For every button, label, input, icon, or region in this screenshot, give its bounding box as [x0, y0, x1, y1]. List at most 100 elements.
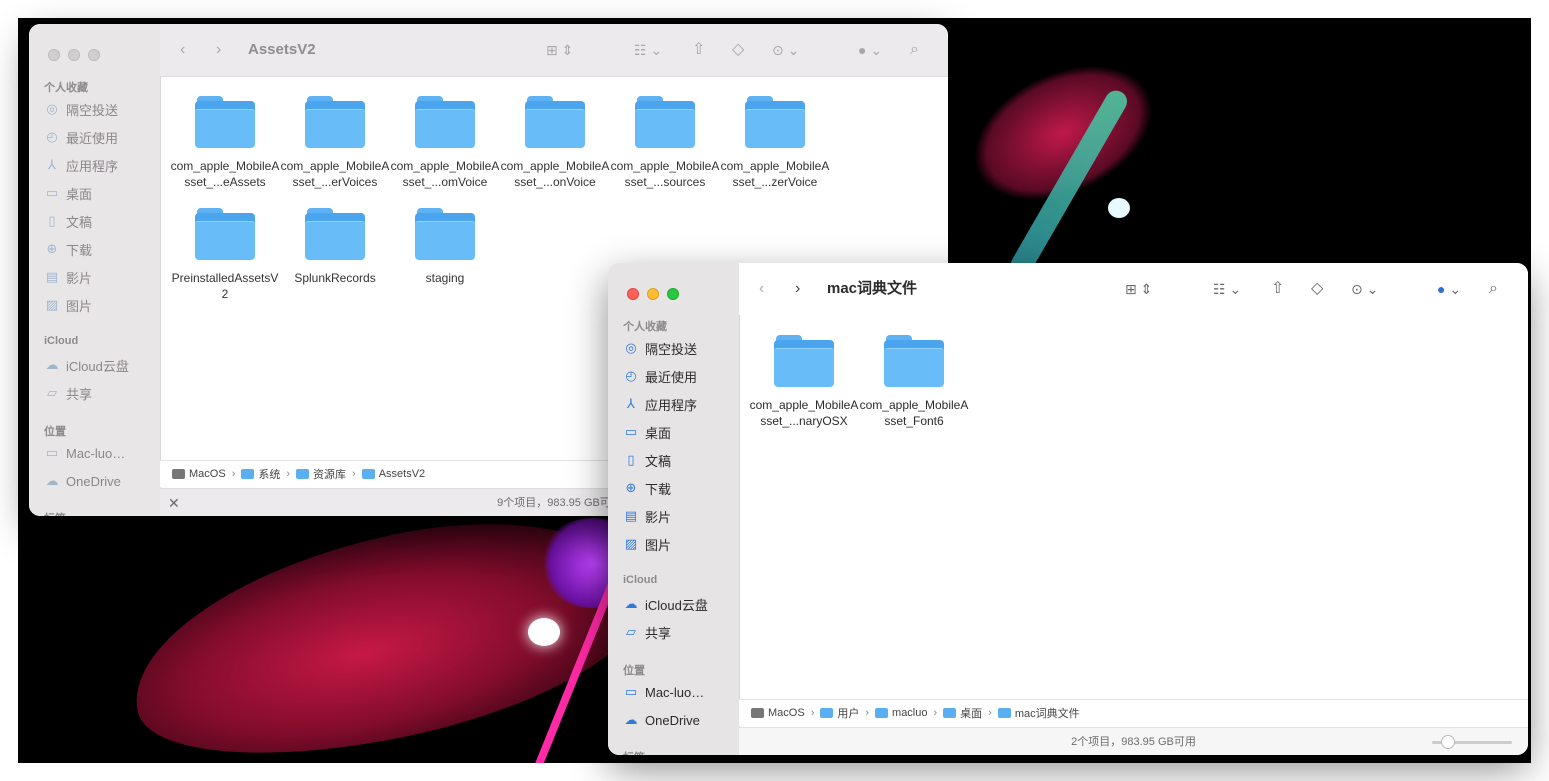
path-crumb[interactable]: 桌面	[943, 705, 982, 721]
slider-knob[interactable]	[1441, 735, 1455, 749]
share-icon[interactable]: ⇧	[1271, 277, 1284, 301]
sidebar-item-airdrop[interactable]: ◎ 隔空投送	[44, 99, 118, 119]
cloud-icon: ☁	[624, 596, 638, 611]
more-actions-icon[interactable]: ⊙ ⌄	[772, 38, 799, 62]
zoom-button[interactable]	[667, 288, 679, 300]
sidebar-section-favorites: 个人收藏	[44, 82, 88, 94]
folder-icon	[296, 469, 310, 479]
tag-icon[interactable]: ◇	[732, 38, 744, 62]
search-icon[interactable]: ⌕	[910, 38, 919, 62]
toolbar: ‹ › mac词典文件 ⊞ ⇕ ☷ ⌄ ⇧ ◇ ⊙ ⌄ ● ⌄ ⌕	[739, 263, 1528, 315]
folder-item[interactable]: staging	[390, 208, 500, 286]
sidebar-item-mac-disk[interactable]: ▭ Mac-luo…	[44, 443, 125, 463]
folder-item[interactable]: SplunkRecords	[280, 208, 390, 286]
sidebar-item-recents[interactable]: ◴ 最近使用	[623, 366, 697, 386]
view-grid-icon[interactable]: ⊞ ⇕	[1125, 277, 1152, 301]
forward-chevron-icon[interactable]: ›	[216, 38, 221, 62]
chevron-right-icon: ›	[865, 707, 870, 719]
tag-icon[interactable]: ◇	[1311, 277, 1323, 301]
sidebar-item-movies[interactable]: ▤ 影片	[623, 506, 671, 526]
sidebar-item-label: 隔空投送	[645, 341, 698, 357]
sidebar-item-icloud-drive[interactable]: ☁ iCloud云盘	[44, 355, 129, 375]
folder-item[interactable]: com_apple_MobileAsset_...sources	[610, 96, 720, 190]
sidebar-item-label: 文稿	[66, 214, 93, 230]
path-crumb[interactable]: AssetsV2	[361, 468, 425, 480]
disk-icon	[751, 708, 764, 718]
sidebar-item-airdrop[interactable]: ◎ 隔空投送	[623, 338, 697, 358]
sidebar-item-label: 影片	[645, 509, 672, 525]
sidebar-item-mac-disk[interactable]: ▭ Mac-luo…	[623, 682, 704, 702]
folder-item[interactable]: com_apple_MobileAsset_...eAssets	[170, 96, 280, 190]
path-crumb[interactable]: macluo	[875, 707, 928, 719]
sidebar-section-favorites: 个人收藏	[623, 321, 667, 333]
sidebar-item-movies[interactable]: ▤ 影片	[44, 267, 92, 287]
chevron-right-icon: ›	[231, 468, 236, 480]
sidebar-item-documents[interactable]: ▯ 文稿	[44, 211, 92, 231]
path-crumb[interactable]: 用户	[820, 705, 859, 721]
group-icon[interactable]: ☷ ⌄	[634, 38, 662, 62]
sidebar-item-onedrive[interactable]: ☁ OneDrive	[44, 471, 121, 491]
close-icon[interactable]: ✕	[168, 489, 180, 516]
sidebar-item-applications[interactable]: ⅄ 应用程序	[44, 155, 118, 175]
sidebar-item-recents[interactable]: ◴ 最近使用	[44, 127, 118, 147]
sync-status-icon[interactable]: ● ⌄	[858, 38, 882, 62]
airdrop-icon: ◎	[625, 340, 637, 355]
folder-item[interactable]: com_apple_MobileAsset_...zerVoice	[720, 96, 830, 190]
folder-item[interactable]: com_apple_MobileAsset_Font6	[859, 335, 969, 429]
finder-window-mac-dictionary[interactable]: 个人收藏 ◎ 隔空投送 ◴ 最近使用 ⅄ 应用程序 ▭ 桌面 ▯ 文稿 ⊕ 下载 ▤ 影片 ▨…	[608, 263, 1528, 755]
sidebar-item-icloud-drive[interactable]: ☁ iCloud云盘	[623, 594, 708, 614]
sidebar-item-downloads[interactable]: ⊕ 下载	[44, 239, 92, 259]
sidebar-item-pictures[interactable]: ▨ 图片	[44, 295, 92, 315]
sidebar-item-onedrive[interactable]: ☁ OneDrive	[623, 710, 700, 730]
download-icon: ⊕	[46, 241, 58, 256]
sidebar-item-shared[interactable]: ▱ 共享	[623, 622, 671, 642]
sidebar-item-shared[interactable]: ▱ 共享	[44, 383, 92, 403]
close-button[interactable]	[48, 49, 60, 61]
search-icon[interactable]: ⌕	[1489, 277, 1498, 301]
path-crumb[interactable]: 系统	[241, 466, 280, 482]
sidebar-item-label: 应用程序	[66, 158, 119, 174]
path-crumb[interactable]: MacOS	[172, 468, 226, 480]
path-crumb[interactable]: mac词典文件	[997, 705, 1080, 721]
sidebar-item-label: 共享	[66, 386, 93, 402]
forward-chevron-icon[interactable]: ›	[795, 277, 800, 301]
path-crumb[interactable]: MacOS	[751, 707, 805, 719]
clock-icon: ◴	[625, 368, 637, 383]
film-icon: ▤	[45, 269, 59, 284]
sidebar-item-label: Mac-luo…	[645, 684, 705, 700]
folder-icon	[820, 708, 834, 718]
folder-name: com_apple_MobileAsset_...naryOSX	[749, 398, 859, 428]
minimize-button[interactable]	[68, 49, 80, 61]
sync-status-icon[interactable]: ● ⌄	[1437, 277, 1461, 301]
folder-item[interactable]: com_apple_MobileAsset_...omVoice	[390, 96, 500, 190]
back-chevron-icon[interactable]: ‹	[759, 277, 764, 301]
folder-item[interactable]: PreinstalledAssetsV2	[170, 208, 280, 302]
folder-item[interactable]: com_apple_MobileAsset_...onVoice	[500, 96, 610, 190]
share-icon[interactable]: ⇧	[692, 38, 705, 62]
status-bar: 2个项目，983.95 GB可用	[739, 727, 1528, 755]
folder-icon	[875, 708, 889, 718]
zoom-button[interactable]	[88, 49, 100, 61]
sidebar-item-desktop[interactable]: ▭ 桌面	[44, 183, 92, 203]
icon-size-slider[interactable]	[1432, 735, 1512, 749]
minimize-button[interactable]	[647, 288, 659, 300]
sidebar-item-applications[interactable]: ⅄ 应用程序	[623, 394, 697, 414]
sidebar-item-desktop[interactable]: ▭ 桌面	[623, 422, 671, 442]
path-label: MacOS	[768, 707, 805, 719]
status-text: 9个项目，983.95 GB可	[497, 497, 611, 509]
path-crumb[interactable]: 资源库	[296, 466, 346, 482]
folder-item[interactable]: com_apple_MobileAsset_...erVoices	[280, 96, 390, 190]
sidebar-item-documents[interactable]: ▯ 文稿	[623, 450, 671, 470]
sidebar-item-downloads[interactable]: ⊕ 下载	[623, 478, 671, 498]
sidebar-item-label: Mac-luo…	[66, 445, 126, 461]
folder-item[interactable]: com_apple_MobileAsset_...naryOSX	[749, 335, 859, 429]
folder-icon	[774, 335, 834, 387]
more-actions-icon[interactable]: ⊙ ⌄	[1351, 277, 1378, 301]
close-button[interactable]	[627, 288, 639, 300]
group-icon[interactable]: ☷ ⌄	[1213, 277, 1241, 301]
photo-icon: ▨	[45, 297, 59, 312]
view-grid-icon[interactable]: ⊞ ⇕	[546, 38, 573, 62]
sidebar-item-pictures[interactable]: ▨ 图片	[623, 534, 671, 554]
back-chevron-icon[interactable]: ‹	[180, 38, 185, 62]
sidebar-item-label: iCloud云盘	[645, 597, 708, 613]
